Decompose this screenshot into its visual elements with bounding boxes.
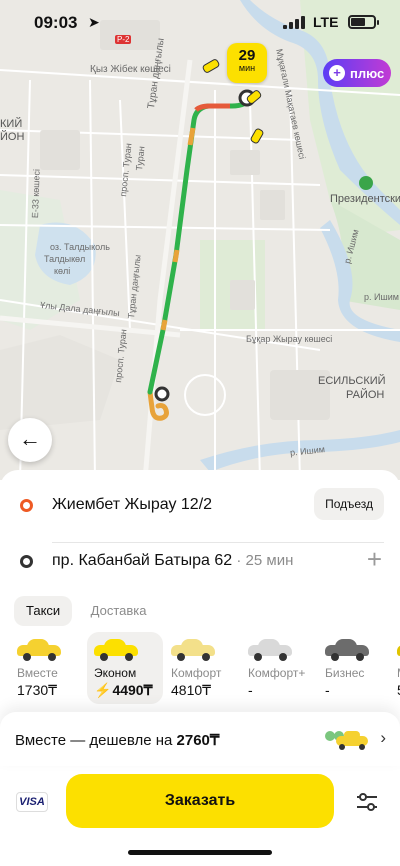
lake-label: Талдыкөл	[44, 254, 86, 264]
tariff-name: Комфорт+	[248, 666, 306, 680]
service-tabs: Такси Доставка	[14, 596, 160, 626]
promo-banner[interactable]: Вместе — дешевле на 2760₸ ›	[0, 712, 400, 766]
network-type: LTE	[313, 14, 339, 30]
car-icon	[17, 638, 61, 661]
tariff-1[interactable]: Эконом ⚡4490₸	[87, 632, 163, 704]
chevron-right-icon: ›	[380, 728, 386, 747]
entrance-button[interactable]: Подъезд	[314, 488, 384, 520]
destination-text: пр. Кабанбай Батыра 62 · 25 мин	[52, 552, 293, 570]
plus-label: плюс	[350, 65, 385, 81]
tariff-price-value: 1730₸	[17, 682, 58, 698]
tariff-name: Эконом	[94, 666, 137, 680]
order-button[interactable]: Заказать	[66, 774, 334, 828]
surge-bolt-icon: ⚡	[94, 682, 112, 698]
tariff-name: Бизнес	[325, 666, 365, 680]
tariff-0[interactable]: Вместе 1730₸	[10, 632, 86, 704]
tariff-5[interactable]: М5	[390, 632, 400, 704]
tariff-price-value: 4810₸	[171, 682, 212, 698]
lake-label: көлі	[54, 266, 71, 276]
tariff-price: -	[248, 682, 317, 698]
plus-icon: +	[329, 65, 345, 81]
trip-duration: · 25 мин	[232, 552, 294, 569]
settings-sliders-icon[interactable]	[356, 792, 378, 812]
destination-dot-icon	[20, 555, 33, 568]
tariff-price: ⚡4490₸	[94, 682, 163, 699]
car-icon	[325, 638, 369, 661]
lake-label: оз. Талдыколь	[50, 242, 110, 252]
promo-label: Вместе — дешевле на	[15, 732, 177, 749]
shared-ride-cars-icon	[325, 731, 368, 750]
tariff-name: Вместе	[17, 666, 58, 680]
eta-unit: мин	[238, 63, 256, 73]
tariff-price: -	[325, 682, 394, 698]
pickup-address-row[interactable]: Жиембет Жырау 12/2 Подъезд	[0, 484, 400, 543]
pickup-address: Жиембет Жырау 12/2	[52, 496, 213, 513]
district-label: ЕСИЛЬСКИЙ	[318, 375, 386, 387]
district-label: КИЙ	[0, 118, 23, 130]
destination-address: пр. Кабанбай Батыра 62	[52, 552, 233, 569]
arrow-left-icon: ←	[19, 426, 41, 451]
tariff-price: 1730₸	[17, 682, 86, 699]
tariff-name: Комфорт	[171, 666, 222, 680]
eta-value: 29	[238, 47, 256, 64]
order-sheet: Жиембет Жырау 12/2 Подъезд пр. Кабанбай …	[0, 470, 400, 866]
tariff-list: Вместе 1730₸ Эконом ⚡4490₸ Комфорт 4810₸ Комфо…	[10, 632, 400, 704]
district-label: ЙОН	[0, 131, 25, 143]
status-bar: 09:03 ➤ LTE	[0, 0, 400, 46]
payment-method-visa[interactable]: VISA	[16, 792, 48, 812]
tariff-price-value: 4490₸	[112, 682, 153, 698]
status-time: 09:03	[34, 13, 78, 32]
pickup-dot-icon	[20, 499, 33, 512]
destination-address-row[interactable]: пр. Кабанбай Батыра 62 · 25 мин +	[0, 540, 400, 584]
battery-icon	[348, 15, 379, 29]
plus-button[interactable]: + плюс	[323, 59, 391, 87]
tariff-price-value: -	[248, 682, 253, 698]
park-label: Президентский парк	[330, 193, 400, 205]
district-label: РАЙОН	[346, 389, 385, 401]
car-icon	[171, 638, 215, 661]
eta-badge: 29 мин	[227, 43, 267, 83]
tab-delivery[interactable]: Доставка	[79, 596, 159, 626]
tariff-4[interactable]: Бизнес -	[318, 632, 394, 704]
add-stop-icon[interactable]: +	[367, 544, 382, 575]
car-icon	[248, 638, 292, 661]
tariff-price-value: -	[325, 682, 330, 698]
tab-taxi[interactable]: Такси	[14, 596, 73, 626]
bottom-bar: VISA Заказать	[0, 770, 400, 855]
tariff-2[interactable]: Комфорт 4810₸	[164, 632, 240, 704]
promo-text: Вместе — дешевле на 2760₸	[15, 731, 219, 749]
tariff-3[interactable]: Комфорт+ -	[241, 632, 317, 704]
street-label: Е-33 көшесі	[30, 168, 42, 219]
river-label: р. Ишим	[364, 292, 399, 302]
tariff-price: 4810₸	[171, 682, 240, 699]
car-icon	[94, 638, 138, 661]
street-label: Бұқар Жырау көшесі	[246, 334, 333, 344]
signal-icon	[283, 16, 305, 29]
location-arrow-icon: ➤	[88, 14, 100, 30]
back-button[interactable]: ←	[8, 418, 52, 462]
promo-amount: 2760₸	[176, 732, 220, 749]
home-indicator	[128, 850, 272, 855]
